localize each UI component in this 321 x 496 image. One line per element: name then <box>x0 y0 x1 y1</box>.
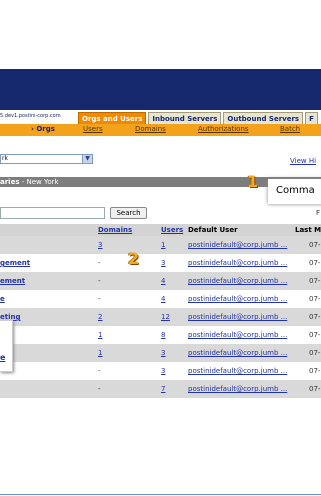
search-button[interactable]: Search <box>110 207 147 219</box>
subnav-batch-link[interactable]: Batch <box>280 125 300 133</box>
callout-1-text: Comma <box>276 185 315 196</box>
table-header-row: Domains Users Default User Last M <box>0 224 321 236</box>
header-users[interactable]: Users <box>161 226 183 234</box>
users-count-link[interactable]: 3 <box>161 349 165 357</box>
table-row: ement - 4 postinidefault@corp.jumb ... 0… <box>0 272 321 290</box>
section-title-prefix: aries <box>0 178 20 186</box>
header-domains[interactable]: Domains <box>98 226 132 234</box>
callout-1-badge: 1 <box>247 172 259 191</box>
users-count-link[interactable]: 1 <box>161 241 165 249</box>
subnav-users-link[interactable]: Users <box>83 125 103 133</box>
default-user-link[interactable]: postinidefault@corp.jumb ... <box>188 313 287 321</box>
header-default-user: Default User <box>188 226 238 234</box>
users-count-link[interactable]: 4 <box>161 295 165 303</box>
last-modified-date: 07- <box>309 295 321 303</box>
default-user-link[interactable]: postinidefault@corp.jumb ... <box>188 277 287 285</box>
subnav-orgs-current: › Orgs <box>31 125 55 133</box>
domains-count: - <box>98 385 101 393</box>
users-count-link[interactable]: 3 <box>161 367 165 375</box>
default-user-link[interactable]: postinidefault@corp.jumb ... <box>188 259 287 267</box>
users-count-link[interactable]: 8 <box>161 331 165 339</box>
callout-1-box: Comma <box>268 179 321 204</box>
org-name-link[interactable]: gement <box>0 259 30 267</box>
tab-outbound-servers[interactable]: Outbound Servers <box>223 112 304 124</box>
org-select-value: rk <box>2 155 8 162</box>
hostname-text: 5.dev1.postini-corp.com <box>0 113 61 119</box>
subnav-authorizations-link[interactable]: Authorizations <box>198 125 249 133</box>
table-row: - 7 postinidefault@corp.jumb ... 07- <box>0 380 321 398</box>
chevron-down-icon[interactable]: ▼ <box>82 155 92 163</box>
last-modified-date: 07- <box>309 385 321 393</box>
last-modified-date: 07- <box>309 313 321 321</box>
last-modified-date: 07- <box>309 349 321 357</box>
users-count-link[interactable]: 3 <box>161 259 165 267</box>
users-count-link[interactable]: 12 <box>161 313 170 321</box>
header-last-modified: Last M <box>295 226 321 234</box>
sub-navigation: › Orgs Users Domains Authorizations Batc… <box>0 124 321 136</box>
table-row: 3 1 postinidefault@corp.jumb ... 07- <box>0 236 321 254</box>
users-count-link[interactable]: 7 <box>161 385 165 393</box>
domains-count: - <box>98 295 101 303</box>
subnav-domains-link[interactable]: Domains <box>135 125 166 133</box>
context-popup: e <box>0 320 13 372</box>
tab-inbound-servers[interactable]: Inbound Servers <box>148 112 222 124</box>
domains-count: - <box>98 259 101 267</box>
default-user-link[interactable]: postinidefault@corp.jumb ... <box>188 349 287 357</box>
domains-count: - <box>98 277 101 285</box>
callout-2-badge: 2 <box>128 249 140 268</box>
tab-orgs-and-users[interactable]: Orgs and Users <box>78 112 147 124</box>
table-row: - 3 postinidefault@corp.jumb ... 07- <box>0 362 321 380</box>
table-row: eting 2 12 postinidefault@corp.jumb ... … <box>0 308 321 326</box>
domains-count-link[interactable]: 2 <box>98 313 102 321</box>
search-input[interactable] <box>0 207 105 219</box>
default-user-link[interactable]: postinidefault@corp.jumb ... <box>188 295 287 303</box>
table-row: gement - 3 postinidefault@corp.jumb ... … <box>0 254 321 272</box>
table-row: e - 4 postinidefault@corp.jumb ... 07- <box>0 290 321 308</box>
table-row: 1 8 postinidefault@corp.jumb ... 07- <box>0 326 321 344</box>
domains-count-link[interactable]: 1 <box>98 349 102 357</box>
org-select[interactable]: rk ▼ <box>0 154 93 164</box>
last-modified-date: 07- <box>309 331 321 339</box>
domains-count: - <box>98 367 101 375</box>
default-user-link[interactable]: postinidefault@corp.jumb ... <box>188 385 287 393</box>
domains-count-link[interactable]: 1 <box>98 331 102 339</box>
section-title: aries - New York <box>0 178 59 186</box>
org-name-link[interactable]: e <box>0 295 5 303</box>
org-name-link[interactable]: ement <box>0 277 25 285</box>
default-user-link[interactable]: postinidefault@corp.jumb ... <box>188 331 287 339</box>
pager-fragment: F <box>316 209 321 217</box>
tab-more[interactable]: F <box>305 112 318 124</box>
users-count-link[interactable]: 4 <box>161 277 165 285</box>
section-title-org: New York <box>26 178 59 186</box>
main-tabs: Orgs and Users Inbound Servers Outbound … <box>78 112 320 124</box>
last-modified-date: 07- <box>309 277 321 285</box>
popup-link[interactable]: e <box>0 353 5 362</box>
app-header <box>0 69 321 110</box>
domains-count-link[interactable]: 3 <box>98 241 102 249</box>
last-modified-date: 07- <box>309 259 321 267</box>
last-modified-date: 07- <box>309 241 321 249</box>
default-user-link[interactable]: postinidefault@corp.jumb ... <box>188 241 287 249</box>
bottom-divider <box>0 494 321 495</box>
view-history-link[interactable]: View Hi <box>290 157 316 165</box>
table-row: 1 3 postinidefault@corp.jumb ... 07- <box>0 344 321 362</box>
last-modified-date: 07- <box>309 367 321 375</box>
default-user-link[interactable]: postinidefault@corp.jumb ... <box>188 367 287 375</box>
